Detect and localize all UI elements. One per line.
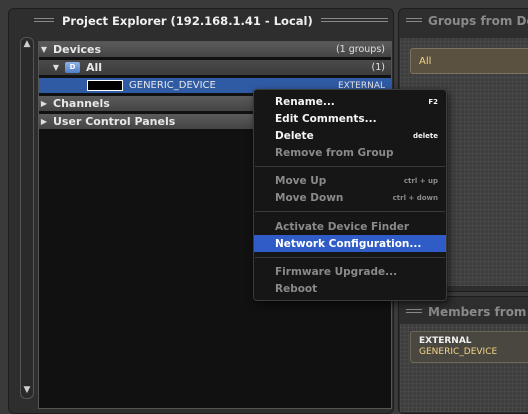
menu-item-move-up[interactable]: Move Up ctrl + up	[254, 172, 446, 189]
devices-group-count: (1 groups)	[335, 44, 385, 55]
menu-item-rename[interactable]: Rename... F2	[254, 93, 446, 110]
members-title: Members from De	[428, 305, 528, 319]
expand-arrow-icon[interactable]: ▶	[39, 117, 49, 126]
menu-separator	[255, 166, 445, 167]
menu-item-remove-from-group[interactable]: Remove from Group	[254, 144, 446, 161]
menu-item-activate-device-finder[interactable]: Activate Device Finder	[254, 218, 446, 235]
menu-item-label: Rename...	[275, 95, 335, 108]
groups-title: Groups from Dev	[428, 14, 528, 28]
menu-item-shortcut: F2	[428, 97, 438, 106]
menu-item-label: Remove from Group	[275, 146, 394, 159]
menu-item-label: Reboot	[275, 282, 318, 295]
title-grip	[406, 18, 422, 24]
menu-item-label: Network Configuration...	[275, 237, 422, 250]
menu-item-reboot[interactable]: Reboot	[254, 280, 446, 297]
menu-item-firmware-upgrade[interactable]: Firmware Upgrade...	[254, 263, 446, 280]
all-group-label: All	[86, 61, 103, 74]
menu-separator	[255, 211, 445, 212]
device-name: GENERIC_DEVICE	[129, 80, 216, 91]
menu-item-label: Delete	[275, 129, 314, 142]
menu-item-shortcut: ctrl + down	[392, 193, 438, 202]
all-group-count: (1)	[371, 62, 385, 73]
member-device-card[interactable]: EXTERNAL GENERIC_DEVICE	[410, 331, 528, 363]
menu-item-label: Activate Device Finder	[275, 220, 410, 233]
menu-item-label: Move Up	[275, 174, 327, 187]
tree-row-devices[interactable]: ▼ Devices (1 groups)	[39, 42, 391, 57]
context-menu: Rename... F2 Edit Comments... Delete del…	[253, 89, 447, 301]
user-control-panels-label: User Control Panels	[53, 115, 176, 128]
device-folder-icon: D	[65, 62, 80, 73]
menu-item-label: Move Down	[275, 191, 344, 204]
scroll-up-arrow-icon[interactable]: ▲	[22, 38, 32, 50]
devices-label: Devices	[53, 43, 102, 56]
explorer-title-bar[interactable]: Project Explorer (192.168.1.41 - Local)	[34, 12, 388, 30]
member-type: EXTERNAL	[419, 336, 472, 346]
group-all-card[interactable]: All	[410, 48, 528, 74]
collapse-arrow-icon[interactable]: ▼	[39, 45, 49, 54]
groups-title-bar[interactable]: Groups from Dev	[406, 12, 528, 30]
menu-item-delete[interactable]: Delete delete	[254, 127, 446, 144]
menu-item-edit-comments[interactable]: Edit Comments...	[254, 110, 446, 127]
members-title-bar[interactable]: Members from De	[406, 303, 528, 321]
scroll-down-arrow-icon[interactable]: ▼	[22, 384, 32, 396]
vertical-scrollbar[interactable]	[20, 37, 34, 399]
menu-item-label: Firmware Upgrade...	[275, 265, 398, 278]
menu-item-move-down[interactable]: Move Down ctrl + down	[254, 189, 446, 206]
menu-item-label: Edit Comments...	[275, 112, 377, 125]
tree-row-all-group[interactable]: ▼ D All (1)	[39, 60, 391, 75]
menu-separator	[255, 257, 445, 258]
title-grip-right	[320, 18, 388, 24]
menu-item-shortcut: delete	[413, 131, 438, 140]
menu-item-shortcut: ctrl + up	[403, 176, 438, 185]
title-grip	[406, 309, 422, 315]
device-color-swatch	[87, 80, 123, 91]
menu-item-network-configuration[interactable]: Network Configuration...	[254, 235, 446, 252]
collapse-arrow-icon[interactable]: ▼	[51, 63, 61, 72]
title-grip-left	[34, 18, 54, 24]
channels-label: Channels	[53, 97, 110, 110]
member-name: GENERIC_DEVICE	[419, 347, 498, 357]
explorer-title: Project Explorer (192.168.1.41 - Local)	[62, 14, 313, 28]
expand-arrow-icon[interactable]: ▶	[39, 99, 49, 108]
